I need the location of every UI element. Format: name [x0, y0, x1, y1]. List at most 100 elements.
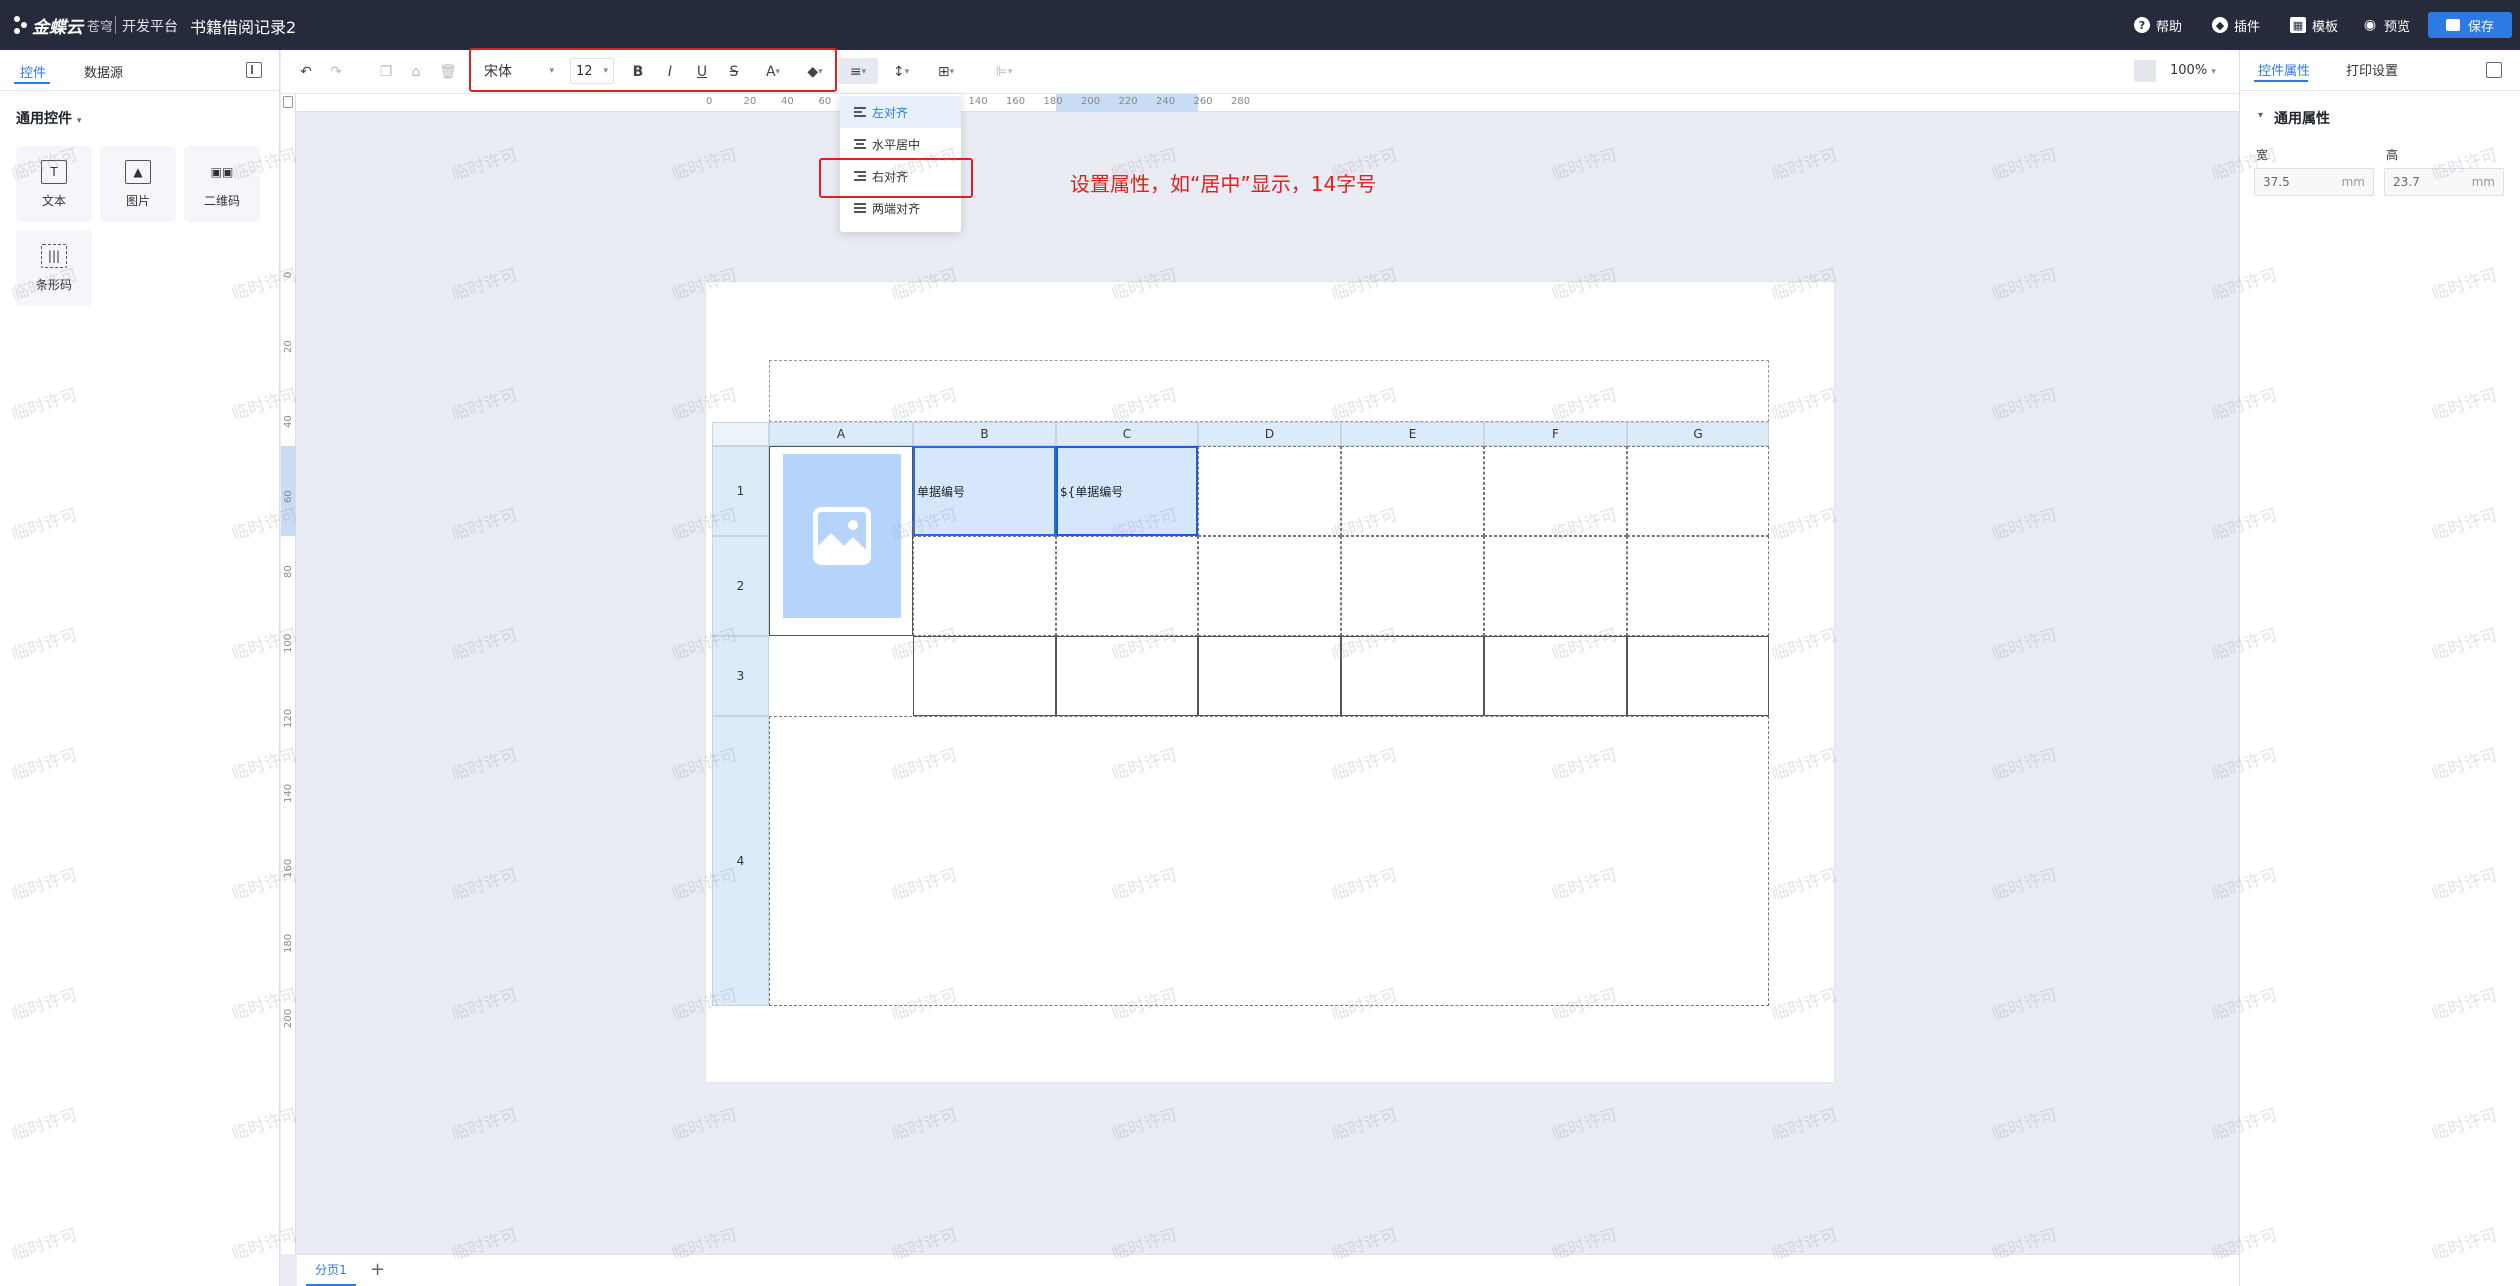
eye-icon: ◉	[2363, 17, 2377, 33]
ruler-tick-label: 20	[283, 340, 294, 353]
cell-e2[interactable]	[1341, 536, 1484, 636]
logo-mark-icon	[14, 14, 28, 36]
template-icon: ▦	[2290, 17, 2306, 33]
tab-controls[interactable]: 控件	[20, 62, 46, 81]
cell-b3[interactable]	[913, 636, 1056, 716]
image-widget[interactable]	[783, 454, 901, 618]
cell-e1[interactable]	[1341, 446, 1484, 536]
widget-barcode[interactable]: ||| 条形码	[16, 230, 92, 306]
image-icon: ▲	[125, 159, 151, 184]
align-left-icon[interactable]: ≡ ▾	[840, 60, 876, 84]
preview-button[interactable]: ◉ 预览	[2362, 13, 2410, 37]
zoom-select[interactable]: 100% ▾	[2170, 63, 2216, 78]
logo-sub: 苍穹	[87, 19, 114, 35]
cell-f3[interactable]	[1484, 636, 1627, 716]
active-tab-indicator	[14, 82, 50, 84]
row-header-2[interactable]: 2	[712, 536, 769, 636]
row-header-4[interactable]: 4	[712, 716, 769, 1006]
cell-c2[interactable]	[1056, 536, 1198, 636]
cell-c1[interactable]: ${单据编号	[1056, 446, 1198, 536]
corner-header[interactable]	[712, 422, 769, 446]
height-input[interactable]: 23.7 mm	[2384, 168, 2504, 196]
collapse-panel-icon[interactable]	[2486, 62, 2502, 78]
help-button[interactable]: ? 帮助	[2134, 13, 2182, 37]
add-page-icon[interactable]: +	[370, 1259, 385, 1280]
vertical-ruler	[281, 94, 296, 1254]
help-icon: ?	[2134, 17, 2150, 33]
cell-g3[interactable]	[1627, 636, 1769, 716]
page-tab-bar	[297, 1254, 2239, 1286]
fit-zoom-icon[interactable]	[2134, 60, 2156, 82]
cell-f2[interactable]	[1484, 536, 1627, 636]
column-header-a[interactable]: A	[769, 422, 913, 446]
property-group-title: 通用属性	[2274, 111, 2330, 127]
qrcode-icon: ▣▣	[210, 164, 234, 179]
ruler-tick-label: 40	[283, 415, 294, 428]
cell-d3[interactable]	[1198, 636, 1341, 716]
redo-icon[interactable]: ↷	[324, 60, 348, 84]
ruler-tick-label: 180	[1043, 96, 1063, 107]
ruler-tick-label: 0	[283, 271, 294, 278]
column-header-d[interactable]: D	[1198, 422, 1341, 446]
cell-c3[interactable]	[1056, 636, 1198, 716]
highlight-box	[469, 48, 837, 92]
text-icon: T	[41, 159, 67, 184]
ruler-tick-label: 220	[1118, 96, 1138, 107]
cell-d2[interactable]	[1198, 536, 1341, 636]
ruler-tick-label: 180	[283, 933, 294, 953]
ruler-tick-label: 280	[1231, 96, 1251, 107]
tab-control-properties[interactable]: 控件属性	[2258, 60, 2310, 79]
template-button[interactable]: ▦ 模板	[2290, 13, 2338, 37]
ruler-tick-label: 160	[1006, 96, 1026, 107]
page-tab-1[interactable]: 分页1	[306, 1254, 356, 1286]
widget-text[interactable]: T 文本	[16, 146, 92, 222]
cell-b2[interactable]	[913, 536, 1056, 636]
column-header-f[interactable]: F	[1484, 422, 1627, 446]
cell-g2[interactable]	[1627, 536, 1769, 636]
arrange-icon[interactable]: ⊫ ▾	[986, 60, 1022, 84]
cell-d1[interactable]	[1198, 446, 1341, 536]
app-logo: 金蝶云 苍穹	[14, 12, 113, 38]
save-icon	[2445, 19, 2460, 31]
column-header-c[interactable]: C	[1056, 422, 1198, 446]
cell-f1[interactable]	[1484, 446, 1627, 536]
cell-e3[interactable]	[1341, 636, 1484, 716]
save-button[interactable]: 保存	[2428, 12, 2512, 38]
cell-g1[interactable]	[1627, 446, 1769, 536]
widget-image[interactable]: ▲ 图片	[100, 146, 176, 222]
copy-icon[interactable]: ❐	[374, 60, 398, 84]
widget-qrcode[interactable]: ▣▣ 二维码	[184, 146, 260, 222]
plugin-button[interactable]: ◆ 插件	[2212, 13, 2260, 37]
divider	[0, 90, 280, 91]
undo-icon[interactable]: ↶	[294, 60, 318, 84]
lock-icon[interactable]	[283, 96, 293, 108]
delete-icon[interactable]: 🗑	[436, 60, 460, 84]
tab-datasource[interactable]: 数据源	[84, 62, 123, 81]
column-header-e[interactable]: E	[1341, 422, 1484, 446]
ruler-tick-label: 200	[1081, 96, 1101, 107]
ruler-tick-label: 260	[1193, 96, 1213, 107]
ruler-tick-label: 160	[283, 858, 294, 878]
merged-cell-row-4[interactable]	[769, 716, 1769, 1006]
ruler-tick-label: 60	[818, 96, 832, 107]
menu-item-align-center[interactable]: 水平居中	[840, 128, 961, 160]
border-icon[interactable]: ⊞ ▾	[926, 60, 966, 84]
ruler-tick-label: 140	[968, 96, 988, 107]
vertical-align-icon[interactable]: ↕ ▾	[884, 60, 918, 84]
cell-b1[interactable]: 单据编号	[913, 446, 1056, 536]
width-input[interactable]: 37.5 mm	[2254, 168, 2374, 196]
ruler-tick-label: 80	[283, 565, 294, 578]
widget-group-title[interactable]: 通用控件 ▾	[16, 108, 81, 128]
format-painter-icon[interactable]: ⌂	[404, 60, 428, 84]
row-header-1[interactable]: 1	[712, 446, 769, 536]
row-header-3[interactable]: 3	[712, 636, 769, 716]
horizontal-ruler	[296, 94, 2239, 112]
column-header-g[interactable]: G	[1627, 422, 1769, 446]
collapse-panel-icon[interactable]	[246, 62, 262, 78]
header-region[interactable]	[769, 360, 1769, 422]
menu-item-align-left[interactable]: 左对齐	[840, 96, 961, 128]
tab-print-settings[interactable]: 打印设置	[2346, 60, 2398, 79]
ruler-tick-label: 0	[706, 96, 713, 107]
caret-down-icon[interactable]: ▾	[2258, 110, 2263, 121]
column-header-b[interactable]: B	[913, 422, 1056, 446]
